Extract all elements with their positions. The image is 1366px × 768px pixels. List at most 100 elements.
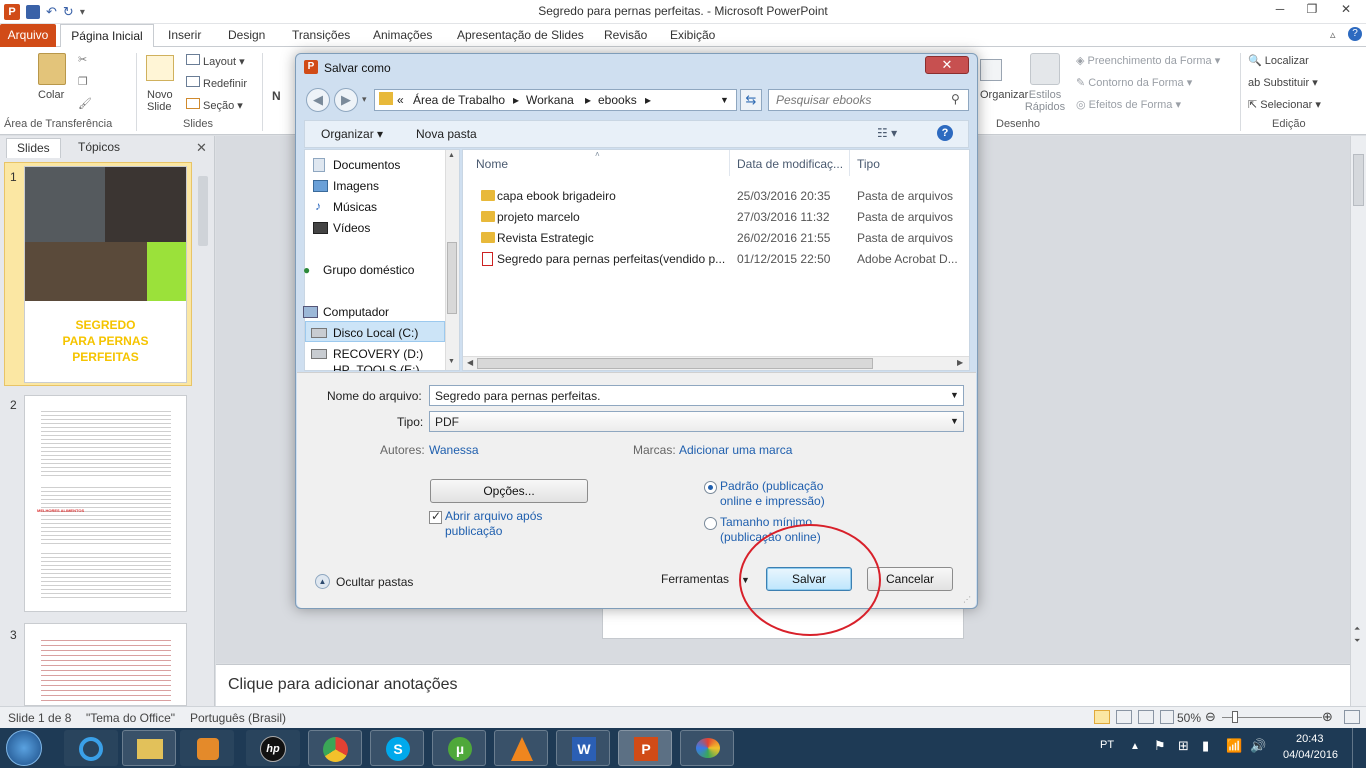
notes-pane[interactable]: Clique para adicionar anotações (216, 664, 1350, 706)
clock-time[interactable]: 20:43 (1296, 733, 1324, 745)
chrome-icon[interactable] (308, 730, 362, 766)
battery-icon[interactable]: ▮ (1202, 738, 1209, 754)
action-center-flag-icon[interactable]: ⚑ (1154, 738, 1166, 754)
scrollbar-thumb[interactable] (447, 242, 457, 314)
prev-slide-icon[interactable]: ⏶ (1354, 624, 1360, 634)
file-row[interactable]: Segredo para pernas perfeitas(vendido p.… (463, 248, 969, 269)
filename-input[interactable]: Segredo para pernas perfeitas. ▼ (429, 385, 964, 406)
paste-button[interactable]: Colar (38, 89, 64, 101)
optimize-standard-radio[interactable] (704, 481, 717, 494)
slide-thumbnail-2[interactable]: MELHORES ALIMENTOS (24, 395, 187, 612)
refresh-icon[interactable]: ⇆ (740, 89, 762, 111)
breadcrumb-workana[interactable]: Workana (526, 93, 574, 107)
fit-to-window-icon[interactable] (1344, 710, 1360, 724)
language-indicator[interactable]: PT (1100, 739, 1114, 751)
tab-slides[interactable]: Slides (6, 138, 61, 158)
tab-home[interactable]: Página Inicial (60, 24, 154, 48)
file-row[interactable]: projeto marcelo 27/03/2016 11:32 Pasta d… (463, 206, 969, 227)
select-button[interactable]: ⇱ Selecionar ▾ (1248, 98, 1321, 111)
quick-styles-icon[interactable] (1030, 53, 1060, 85)
internet-explorer-icon[interactable] (64, 730, 118, 766)
authors-field[interactable]: Wanessa (429, 443, 479, 457)
network-icon[interactable]: 📶 (1226, 738, 1242, 754)
scroll-right-icon[interactable]: ▶ (957, 358, 963, 367)
file-row[interactable]: capa ebook brigadeiro 25/03/2016 20:35 P… (463, 185, 969, 206)
scroll-up-icon[interactable]: ▲ (448, 152, 455, 159)
breadcrumb-desktop[interactable]: Área de Trabalho (413, 93, 505, 107)
address-bar[interactable]: « Área de Trabalho ▸ Workana ▸ ebooks ▸ … (374, 89, 737, 111)
recent-locations-icon[interactable]: ▾ (362, 94, 367, 105)
pane-scrollbar-thumb[interactable] (198, 176, 208, 246)
find-button[interactable]: 🔍 Localizar (1248, 54, 1309, 67)
bold-icon[interactable]: N (272, 89, 281, 103)
hide-folders-label[interactable]: Ocultar pastas (336, 575, 413, 589)
restore-icon[interactable]: ❐ (1296, 0, 1328, 20)
resize-grip-icon[interactable]: ⋰ (963, 595, 971, 604)
organize-menu[interactable]: Organizar ▾ (321, 127, 383, 141)
help-icon[interactable]: ? (1348, 27, 1362, 41)
language-status[interactable]: Português (Brasil) (190, 711, 286, 725)
search-input[interactable]: Pesquisar ebooks ⚲ (768, 89, 969, 111)
nav-scrollbar[interactable]: ▲ ▼ (445, 150, 459, 370)
chevron-up-icon[interactable]: ▲ (315, 574, 330, 589)
column-date-modified[interactable]: Data de modificaç... (737, 157, 843, 171)
nav-recovery-drive[interactable]: RECOVERY (D:) (311, 347, 423, 361)
show-desktop-button[interactable] (1352, 728, 1366, 768)
theme-name[interactable]: "Tema do Office" (86, 711, 175, 725)
tab-design[interactable]: Design (228, 28, 265, 42)
help-icon[interactable]: ? (937, 125, 953, 141)
address-dropdown-icon[interactable]: ▼ (720, 95, 729, 105)
tab-slideshow[interactable]: Apresentação de Slides (457, 28, 584, 42)
word-icon[interactable]: W (556, 730, 610, 766)
slideshow-icon[interactable] (1160, 710, 1174, 724)
scroll-left-icon[interactable]: ◀ (467, 358, 473, 367)
paste-icon[interactable] (38, 53, 66, 85)
nav-homegroup[interactable]: ● Grupo doméstico (303, 263, 414, 277)
vlc-icon[interactable] (494, 730, 548, 766)
nav-pictures[interactable]: Imagens (313, 179, 379, 193)
hp-icon[interactable]: hp (246, 730, 300, 766)
dialog-close-icon[interactable]: ✕ (925, 56, 969, 74)
scrollbar-thumb[interactable] (477, 358, 873, 369)
minimize-ribbon-icon[interactable]: ▵ (1330, 28, 1336, 41)
options-button[interactable]: Opções... (430, 479, 588, 503)
nav-music[interactable]: ♪ Músicas (315, 199, 377, 214)
section-button[interactable]: Seção ▾ (186, 98, 243, 112)
media-player-icon[interactable] (180, 730, 234, 766)
replace-button[interactable]: ab Substituir ▾ (1248, 76, 1318, 89)
optimize-minimum-radio[interactable] (704, 517, 717, 530)
tab-insert[interactable]: Inserir (168, 28, 201, 42)
optimize-standard-label[interactable]: Padrão (publicação online e impressão) (720, 479, 850, 509)
paint-icon[interactable] (680, 730, 734, 766)
new-slide-icon[interactable] (146, 55, 174, 81)
nav-videos[interactable]: Vídeos (313, 221, 370, 235)
close-icon[interactable]: ✕ (1328, 0, 1364, 20)
open-after-publish-checkbox[interactable]: ✓ (429, 509, 442, 524)
format-painter-icon[interactable]: 🖌 (78, 97, 92, 110)
tab-animations[interactable]: Animações (373, 28, 432, 42)
tab-file[interactable]: Arquivo (0, 24, 56, 47)
nav-documents[interactable]: Documentos (313, 158, 400, 172)
zoom-slider-thumb[interactable] (1232, 711, 1239, 723)
shape-effects-button[interactable]: ◎ Efeitos de Forma ▾ (1076, 98, 1181, 111)
new-folder-button[interactable]: Nova pasta (416, 127, 477, 141)
open-after-publish-label[interactable]: Abrir arquivo após publicação (445, 509, 565, 539)
tab-review[interactable]: Revisão (604, 28, 647, 42)
shape-fill-button[interactable]: ◈ Preenchimento da Forma ▾ (1076, 54, 1220, 67)
slide-thumbnail-3[interactable] (24, 623, 187, 706)
tab-transitions[interactable]: Transições (292, 28, 350, 42)
vertical-scrollbar[interactable]: ⏶ ⏷ (1350, 136, 1366, 706)
arrange-icon[interactable] (980, 59, 1002, 81)
scroll-down-icon[interactable]: ▼ (448, 358, 455, 365)
zoom-in-icon[interactable]: ⊕ (1322, 709, 1333, 725)
powerpoint-taskbar-icon[interactable]: P (618, 730, 672, 766)
show-hidden-icons[interactable]: ▲ (1130, 741, 1140, 752)
layout-button[interactable]: Layout ▾ (186, 54, 245, 68)
cut-icon[interactable]: ✂ (78, 53, 87, 66)
forward-arrow-icon[interactable]: ▶ (334, 88, 358, 112)
nav-local-disk[interactable]: Disco Local (C:) (311, 326, 418, 340)
nav-computer[interactable]: Computador (303, 305, 389, 319)
reading-view-icon[interactable] (1138, 710, 1154, 724)
file-type-select[interactable]: PDF ▼ (429, 411, 964, 432)
utorrent-icon[interactable]: µ (432, 730, 486, 766)
